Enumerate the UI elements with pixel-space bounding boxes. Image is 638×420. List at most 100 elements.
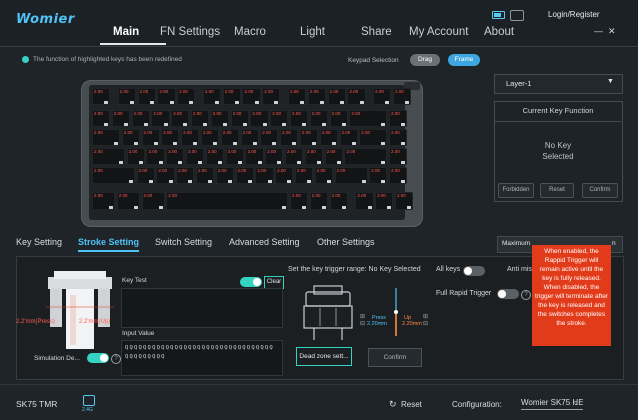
reset-key-button[interactable]: Reset — [540, 183, 574, 198]
keyboard-key[interactable]: 2.00 — [171, 110, 190, 127]
keyboard-key[interactable]: 2.00 — [215, 167, 234, 184]
keyboard-key[interactable]: 2.00 — [389, 167, 408, 184]
keyboard-key[interactable]: 2.00 — [392, 88, 412, 105]
nav-main[interactable]: Main — [113, 26, 139, 38]
keyboard-key[interactable]: 2.00 — [359, 129, 388, 146]
keyboard-key[interactable]: 2.00 — [250, 110, 269, 127]
dead-zone-settings-button[interactable]: Dead zone sett... — [296, 347, 352, 366]
keyboard-key[interactable]: 2.00 — [235, 167, 254, 184]
tab-stroke-setting[interactable]: Stroke Setting — [78, 237, 139, 247]
keypad-frame-button[interactable]: Frame — [448, 54, 480, 66]
keyboard-key[interactable]: 2.00 — [141, 129, 160, 146]
keypad-drag-button[interactable]: Drag — [410, 54, 440, 66]
keyboard-key[interactable]: 2.00 — [161, 129, 180, 146]
keyboard-key[interactable]: 2.00 — [116, 192, 140, 210]
keyboard-key[interactable]: 2.00 — [220, 129, 239, 146]
nav-my-account[interactable]: My Account — [409, 26, 468, 38]
confirm-stroke-button[interactable]: Confirm — [368, 348, 422, 367]
keyboard-key[interactable]: 2.00 — [146, 148, 165, 165]
keyboard-key[interactable]: 2.00 — [294, 167, 314, 184]
reset-icon[interactable]: ↻ — [389, 399, 397, 410]
keyboard-key[interactable]: 2.00 — [290, 192, 309, 210]
login-register-link[interactable]: Login/Register — [548, 10, 600, 19]
keyboard-key[interactable]: 2.00 — [137, 88, 156, 105]
device-icon[interactable] — [510, 10, 524, 21]
keyboard-key[interactable]: 2.00 — [92, 192, 116, 210]
keyboard-key[interactable]: 2.00 — [255, 167, 274, 184]
keyboard-key[interactable]: 2.00 — [265, 148, 284, 165]
reset-button[interactable]: Reset — [401, 400, 422, 409]
keyboard-key[interactable]: 2.00 — [222, 88, 241, 105]
keyboard-key[interactable]: 2.00 — [131, 110, 150, 127]
keyboard-key[interactable]: 2.00 — [288, 88, 307, 105]
keyboard-key[interactable]: 2.00 — [245, 148, 264, 165]
minimize-icon[interactable]: — — [594, 26, 603, 36]
keyboard-key[interactable]: 2.00 — [355, 192, 374, 210]
keyboard-key[interactable]: 2.00 — [373, 88, 392, 105]
increment-icon[interactable]: ⊞ — [360, 313, 365, 320]
tab-other-settings[interactable]: Other Settings — [317, 237, 375, 247]
confirm-key-button[interactable]: Confirm — [582, 183, 618, 198]
window-controls[interactable]: — ✕ — [594, 26, 616, 37]
keyboard-key[interactable]: 2.00 — [270, 110, 289, 127]
keyboard-key[interactable]: 2.00 — [327, 88, 346, 105]
keyboard-key[interactable]: 2.00 — [181, 129, 200, 146]
keyboard-key[interactable]: 2.00 — [375, 192, 394, 210]
keyboard-key[interactable]: 2.00 — [117, 88, 136, 105]
keyboard-key[interactable]: 2.00 — [176, 167, 195, 184]
keyboard-key[interactable]: 2.00 — [177, 88, 196, 105]
keyboard-key[interactable]: 2.00 — [200, 129, 220, 146]
keyboard-key[interactable]: 2.00 — [329, 110, 348, 127]
keyboard-key[interactable]: 2.00 — [166, 192, 289, 210]
keyboard-key[interactable]: 2.00 — [275, 167, 294, 184]
forbidden-button[interactable]: Forbidden — [498, 183, 534, 198]
keyboard-key[interactable]: 2.00 — [369, 167, 388, 184]
nav-share[interactable]: Share — [361, 26, 392, 38]
decrement-icon[interactable]: ⊟ — [360, 320, 365, 327]
keyboard-key[interactable]: 2.00 — [260, 129, 279, 146]
decrement-icon[interactable]: ⊟ — [423, 320, 428, 327]
keyboard-key[interactable]: 2.00 — [334, 167, 368, 184]
caret-down-icon[interactable]: ▼ — [607, 78, 614, 85]
keyboard-key[interactable]: 2.00 — [157, 88, 176, 105]
keyboard-key[interactable]: 2.00 — [205, 148, 225, 165]
keyboard-key[interactable]: 2.00 — [309, 192, 328, 210]
increment-icon[interactable]: ⊞ — [423, 313, 428, 320]
tab-advanced-setting[interactable]: Advanced Setting — [229, 237, 300, 247]
keyboard-key[interactable]: 2.00 — [186, 148, 205, 165]
keyboard-key[interactable]: 2.00 — [136, 167, 155, 184]
keyboard-key[interactable]: 2.00 — [389, 129, 408, 146]
keyboard-key[interactable]: 2.00 — [344, 148, 388, 165]
keyboard-key[interactable]: 2.00 — [195, 167, 215, 184]
trigger-range-gauge[interactable] — [360, 286, 432, 338]
keyboard-key[interactable]: 2.00 — [202, 88, 222, 105]
keyboard-key[interactable]: 2.00 — [290, 110, 309, 127]
keyboard-key[interactable]: 2.00 — [285, 148, 304, 165]
keyboard-key[interactable]: 2.00 — [191, 110, 210, 127]
keyboard-key[interactable]: 2.00 — [314, 167, 333, 184]
keyboard-key[interactable]: 2.00 — [262, 88, 281, 105]
keyboard-key[interactable]: 2.00 — [151, 110, 170, 127]
key-test-area[interactable] — [121, 288, 283, 328]
keyboard-key[interactable]: 2.00 — [141, 192, 165, 210]
keyboard-key[interactable]: 2.00 — [389, 110, 408, 127]
keyboard-key[interactable]: 2.00 — [92, 88, 111, 105]
keyboard-key[interactable]: 2.00 — [92, 129, 121, 146]
help-icon[interactable]: ? — [111, 354, 121, 364]
simulation-demo-toggle[interactable] — [87, 353, 109, 363]
keyboard-key[interactable]: 2.00 — [156, 167, 175, 184]
keyboard-key[interactable]: 2.00 — [309, 110, 328, 127]
keyboard-key[interactable]: 2.00 — [92, 167, 135, 184]
keyboard-key[interactable]: 2.00 — [304, 148, 324, 165]
keyboard-key[interactable]: 2.00 — [307, 88, 326, 105]
keyboard-key[interactable]: 2.00 — [324, 148, 343, 165]
keyboard-key[interactable]: 2.00 — [280, 129, 299, 146]
full-rapid-trigger-toggle[interactable] — [497, 289, 519, 299]
help-icon[interactable]: ? — [521, 290, 531, 300]
keyboard-key[interactable]: 2.00 — [339, 129, 358, 146]
nav-light[interactable]: Light — [300, 26, 325, 38]
keyboard-key[interactable]: 2.00 — [230, 110, 249, 127]
keyboard-key[interactable]: 2.00 — [240, 129, 259, 146]
keyboard-key[interactable]: 2.00 — [126, 148, 145, 165]
keyboard-key[interactable]: 2.00 — [210, 110, 229, 127]
